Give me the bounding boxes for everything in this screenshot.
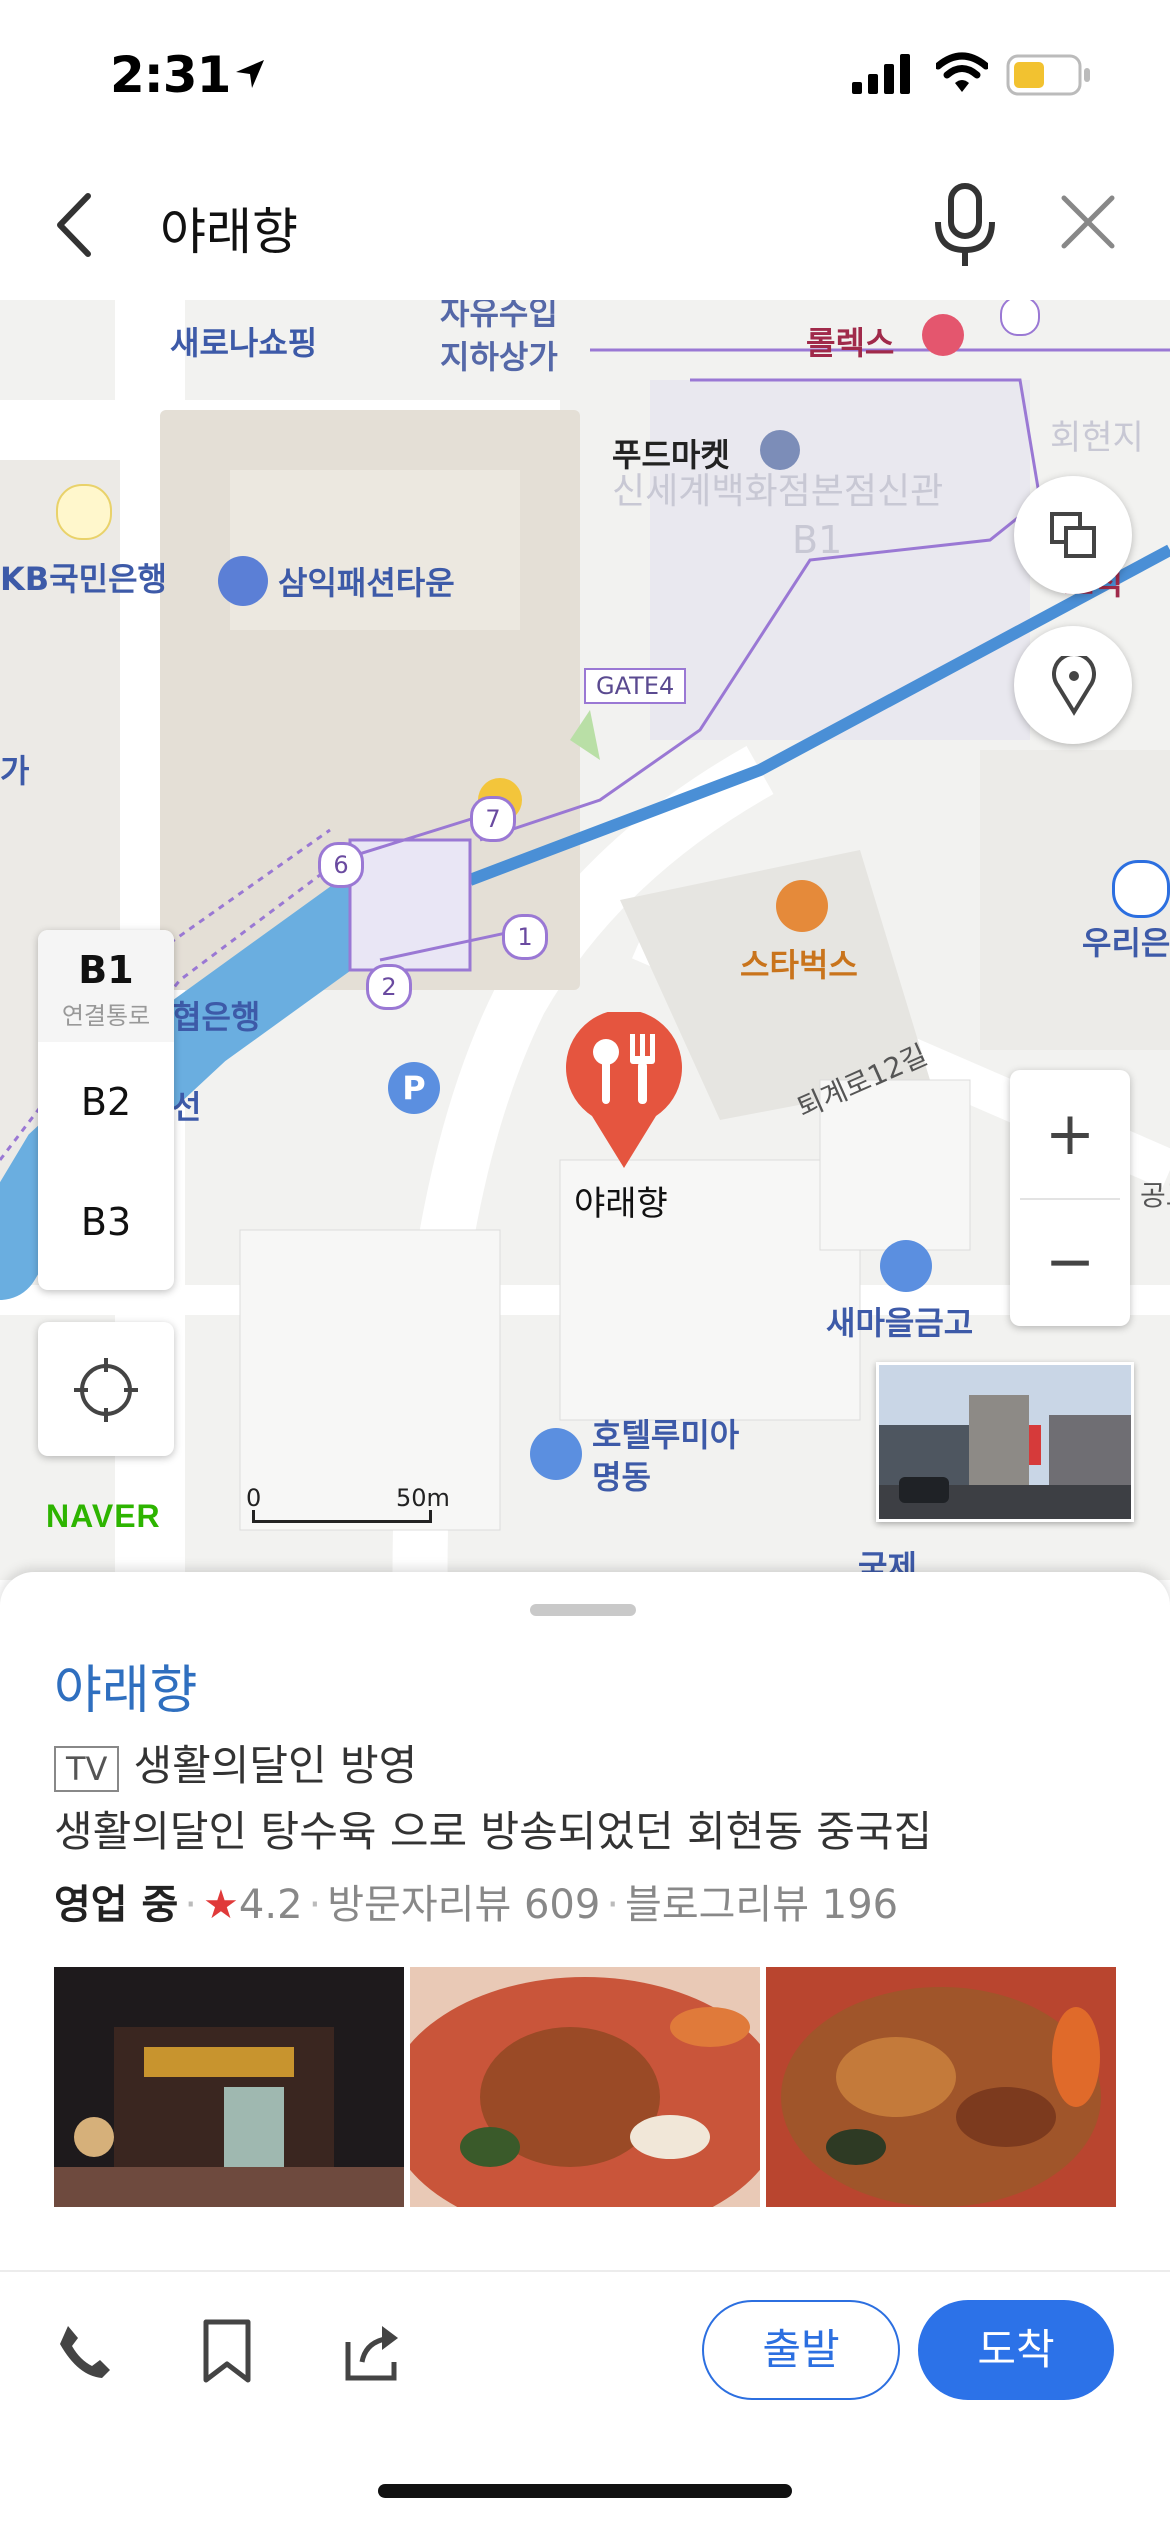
rolex-pin-icon [922, 314, 964, 356]
map-label-ga: 가 [0, 752, 30, 790]
map-label-jayu-2[interactable]: 지하상가 [440, 332, 558, 378]
bookmark-icon[interactable] [200, 2318, 254, 2386]
rating-value: 4.2 [238, 1882, 303, 1928]
place-description: 생활의달인 탕수육 으로 방송되었던 회현동 중국집 [54, 1807, 933, 1856]
map-label-seon: 선 [172, 1088, 202, 1126]
floor-b1-active[interactable]: B1 연결통로 [38, 930, 174, 1042]
tangsuyuk-closeup-image [766, 1967, 1116, 2207]
depart-button[interactable]: 출발 [702, 2300, 900, 2400]
street-view-thumbnail[interactable] [876, 1362, 1134, 1522]
map-label-hoehyeon[interactable]: 회현지 [1050, 410, 1144, 459]
floor-selector: B1 연결통로 B2 B3 [38, 930, 174, 1290]
place-title[interactable]: 야래향 [54, 1648, 198, 1723]
place-meta-row: 영업 중 · ★4.2 · 방문자리뷰 609 · 블로그리뷰 196 [54, 1872, 898, 1930]
floor-b1-sublabel: 연결통로 [61, 1002, 151, 1030]
map-label-b1: B1 [792, 518, 843, 562]
map-pin-icon [1052, 656, 1096, 716]
exit-2-marker[interactable]: 2 [366, 964, 412, 1010]
kb-bank-icon [56, 484, 112, 540]
my-location-button[interactable] [38, 1322, 174, 1456]
place-bottom-sheet: 야래향 TV 생활의달인 방영 생활의달인 탕수육 으로 방송되었던 회현동 중국… [0, 1572, 1170, 2532]
arrive-button[interactable]: 도착 [918, 2300, 1114, 2400]
street-view-image [879, 1365, 1131, 1519]
battery-icon [1006, 54, 1090, 96]
zoom-out-button[interactable]: − [1010, 1198, 1130, 1326]
place-photo-2[interactable] [410, 1967, 760, 2207]
map-label-saerona[interactable]: 새로나쇼핑 [170, 318, 317, 364]
layers-icon [1050, 512, 1096, 558]
saemaeul-icon [880, 1240, 932, 1292]
map-label-hotel-2[interactable]: 명동 [592, 1452, 651, 1498]
sheet-drag-handle[interactable] [530, 1604, 636, 1616]
back-arrow-icon[interactable] [52, 190, 96, 260]
map-label-woori[interactable]: 우리은 [1082, 918, 1170, 964]
tv-text: 생활의달인 방영 [133, 1741, 418, 1790]
map-label-hotel-1[interactable]: 호텔루미아 [592, 1410, 739, 1456]
map-label-gongro: 공로 [1140, 1179, 1170, 1212]
map-label-place[interactable]: 야래향 [574, 1176, 668, 1225]
scale-distance-label: 50m [396, 1484, 450, 1512]
place-marker-pin[interactable] [562, 1012, 686, 1172]
floor-b2-button[interactable]: B2 [38, 1080, 174, 1124]
map-label-kb[interactable]: KB국민은행 [0, 554, 167, 600]
map-view[interactable]: 7 6 1 2 새로나쇼핑 자유수입 지하상가 롤렉스 푸드마켓 신세계백화점본… [0, 300, 1170, 1580]
status-time: 2:31 [110, 46, 231, 104]
map-label-jayu-1[interactable]: 자유수입 [440, 300, 558, 334]
floor-b1-label: B1 [78, 948, 134, 992]
parking-icon: P [388, 1062, 440, 1114]
hotel-icon [530, 1428, 582, 1480]
map-label-saemaeul[interactable]: 새마을금고 [826, 1298, 973, 1344]
place-photo-1[interactable] [54, 1967, 404, 2207]
scale-zero-label: 0 [246, 1484, 262, 1512]
restaurant-exterior-image [54, 1967, 404, 2207]
shopping-bag-icon [218, 556, 268, 606]
map-label-shinsegae[interactable]: 신세계백화점본점신관 [612, 462, 943, 514]
map-label-rolex[interactable]: 롤렉스 [806, 318, 894, 364]
zoom-control: + − [1010, 1070, 1130, 1326]
woori-bank-icon [1112, 860, 1170, 918]
meta-separator: · [606, 1882, 620, 1928]
home-indicator[interactable] [378, 2484, 792, 2498]
blog-review-count[interactable]: 블로그리뷰 196 [625, 1882, 898, 1928]
cellular-signal-icon [852, 54, 910, 94]
map-label-starbucks[interactable]: 스타벅스 [740, 940, 858, 986]
gate4-label[interactable]: GATE4 [584, 668, 687, 704]
layers-button[interactable] [1014, 476, 1132, 594]
search-header: 야래향 [0, 150, 1170, 302]
action-bar: 출발 도착 [0, 2270, 1170, 2472]
search-query-text[interactable]: 야래향 [160, 192, 298, 264]
location-arrow-icon [236, 60, 264, 88]
tangsuyuk-dish-image [410, 1967, 760, 2207]
lock-poi-icon [1000, 300, 1040, 336]
close-icon[interactable] [1060, 194, 1116, 250]
map-label-hyeop[interactable]: 협은행 [172, 992, 260, 1038]
phone-icon[interactable] [54, 2322, 114, 2382]
tv-badge: TV [54, 1745, 120, 1792]
tv-info-row: TV 생활의달인 방영 [54, 1732, 417, 1793]
floor-b3-button[interactable]: B3 [38, 1200, 174, 1244]
status-bar: 2:31 [0, 0, 1170, 150]
wifi-icon [936, 52, 988, 92]
exit-7-marker[interactable]: 7 [470, 796, 516, 842]
exit-6-marker[interactable]: 6 [318, 842, 364, 888]
crosshair-icon [74, 1358, 138, 1422]
map-label-samik[interactable]: 삼익패션타운 [278, 558, 455, 604]
microphone-icon[interactable] [930, 182, 1000, 272]
save-location-button[interactable] [1014, 626, 1132, 744]
exit-1-marker[interactable]: 1 [502, 914, 548, 960]
share-icon[interactable] [342, 2318, 404, 2384]
cafe-icon [776, 880, 828, 932]
visitor-review-count[interactable]: 방문자리뷰 609 [327, 1882, 600, 1928]
meta-separator: · [184, 1882, 198, 1928]
naver-logo: NAVER [46, 1498, 161, 1534]
meta-separator: · [308, 1882, 322, 1928]
scale-bar [252, 1510, 432, 1523]
place-photo-3[interactable] [766, 1967, 1116, 2207]
star-icon: ★ [203, 1882, 239, 1928]
open-status: 영업 중 [54, 1882, 179, 1928]
zoom-in-button[interactable]: + [1010, 1070, 1130, 1198]
